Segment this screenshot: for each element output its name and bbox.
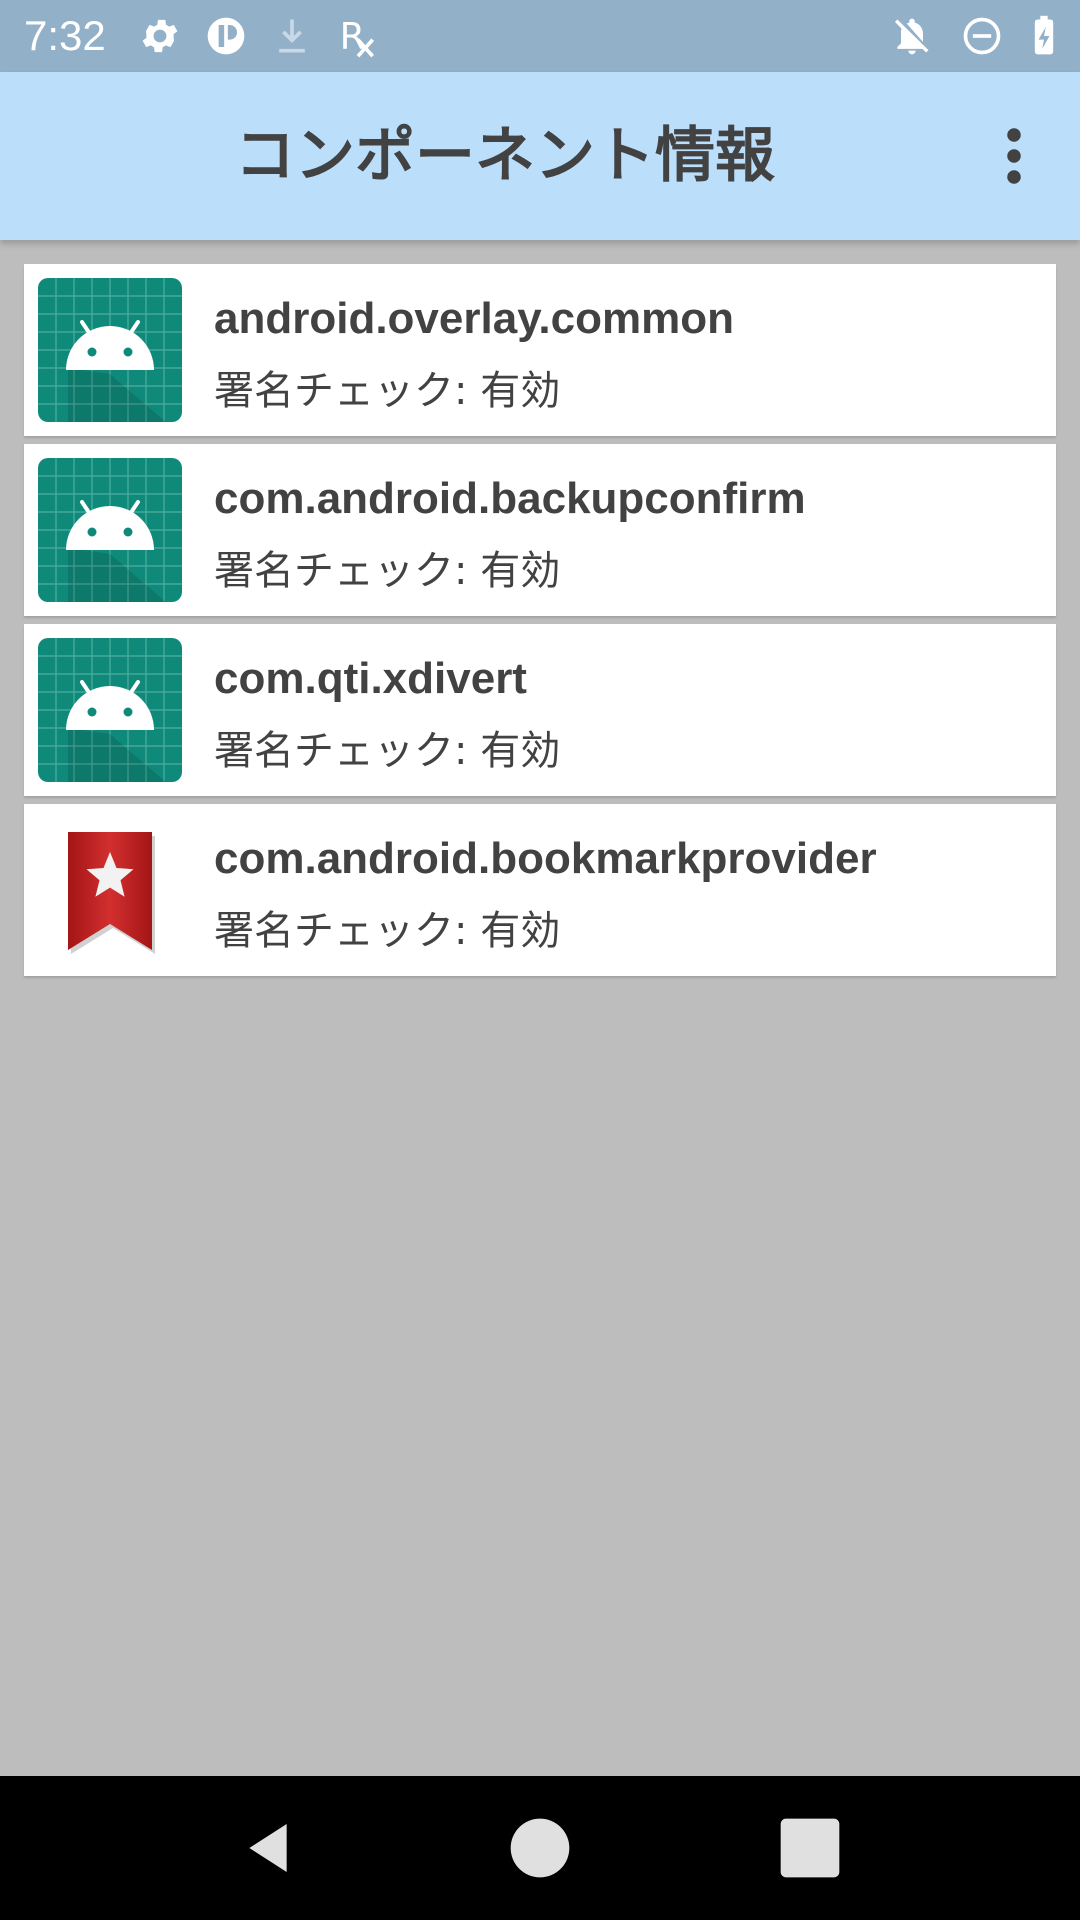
- status-time: 7:32: [24, 12, 106, 59]
- signature-check-status: 署名チェック: 有効: [214, 728, 561, 774]
- component-name: android.overlay.common: [214, 294, 734, 343]
- status-bar: 7:32 R: [0, 0, 1080, 72]
- battery-charging-icon: [1034, 15, 1054, 55]
- notifications-off-icon: [894, 18, 929, 55]
- list-item[interactable]: com.android.bookmarkprovider 署名チェック: 有効: [24, 804, 1056, 976]
- signature-check-status: 署名チェック: 有効: [214, 368, 561, 414]
- rx-icon: R: [340, 15, 375, 58]
- more-vert-icon[interactable]: [990, 126, 1038, 186]
- android-icon: [38, 458, 182, 602]
- download-icon: [279, 19, 305, 53]
- app-badge-icon: [207, 17, 245, 55]
- signature-check-status: 署名チェック: 有効: [214, 548, 561, 594]
- back-icon[interactable]: [236, 1816, 300, 1880]
- bookmark-icon: [68, 832, 155, 954]
- component-name: com.android.backupconfirm: [214, 474, 806, 523]
- signature-check-status: 署名チェック: 有効: [214, 908, 561, 954]
- recents-icon[interactable]: [778, 1816, 842, 1880]
- home-icon[interactable]: [508, 1816, 572, 1880]
- component-name: com.qti.xdivert: [214, 654, 527, 703]
- app-bar: コンポーネント情報: [0, 72, 1080, 240]
- list-item[interactable]: com.qti.xdivert 署名チェック: 有効: [24, 624, 1056, 796]
- settings-icon: [142, 19, 178, 53]
- navigation-bar: [0, 1776, 1080, 1920]
- component-name: com.android.bookmarkprovider: [214, 834, 877, 883]
- android-icon: [38, 278, 182, 422]
- list-item[interactable]: com.android.backupconfirm 署名チェック: 有効: [24, 444, 1056, 616]
- do-not-disturb-icon: [963, 17, 1001, 55]
- list-item[interactable]: android.overlay.common 署名チェック: 有効: [24, 264, 1056, 436]
- component-list: android.overlay.common 署名チェック: 有効 com.an…: [24, 264, 1056, 984]
- android-icon: [38, 638, 182, 782]
- page-title: コンポーネント情報: [235, 121, 775, 191]
